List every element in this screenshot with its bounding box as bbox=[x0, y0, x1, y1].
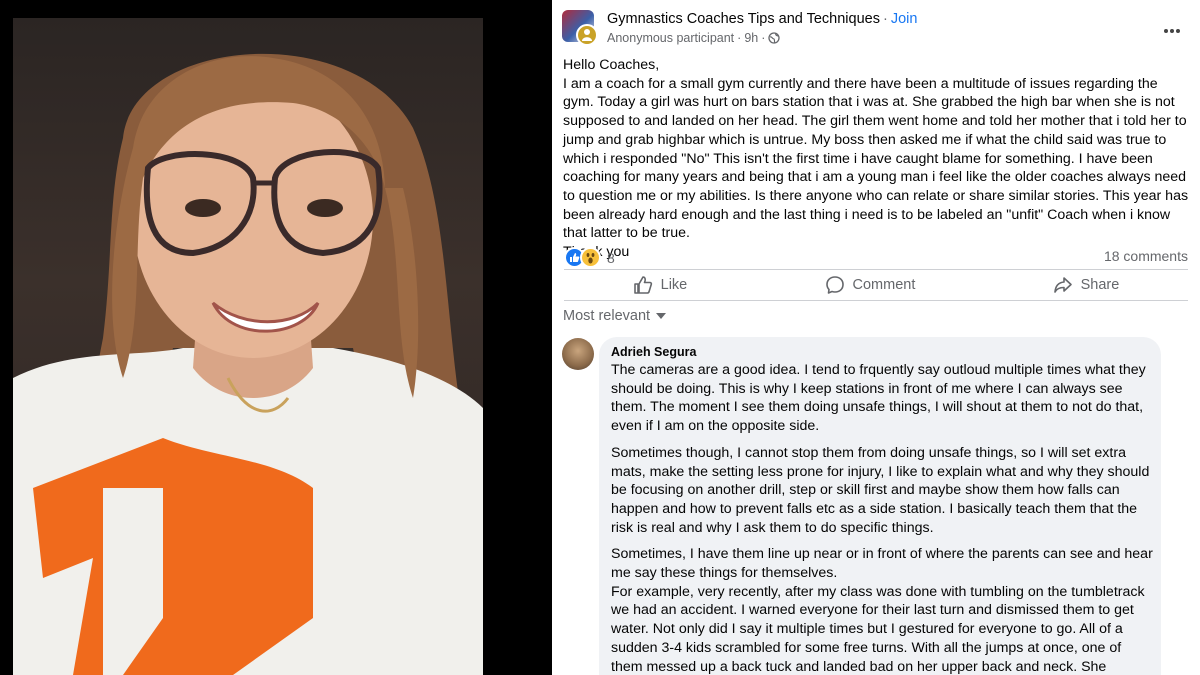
divider bbox=[564, 300, 1188, 301]
like-button[interactable]: Like bbox=[633, 275, 688, 295]
selfie-photo bbox=[13, 18, 483, 675]
reaction-count: 8 bbox=[607, 249, 615, 266]
comment-label: Comment bbox=[852, 277, 916, 293]
comment-paragraph: For example, very recently, after my cla… bbox=[611, 583, 1145, 675]
selfie-illustration bbox=[13, 53, 483, 675]
thumbs-up-icon bbox=[633, 276, 652, 294]
author-name[interactable]: Anonymous participant bbox=[607, 31, 734, 45]
group-avatar[interactable] bbox=[562, 10, 600, 48]
comment-paragraph: The cameras are a good idea. I tend to f… bbox=[611, 362, 1146, 435]
like-label: Like bbox=[660, 277, 688, 293]
post-meta: Anonymous participant · 9h · bbox=[607, 31, 781, 45]
group-name-link[interactable]: Gymnastics Coaches Tips and Techniques bbox=[607, 11, 880, 27]
commenter-name[interactable]: Adrieh Segura bbox=[611, 345, 696, 359]
post-greeting: Hello Coaches, bbox=[563, 57, 660, 73]
comment-bubble-icon bbox=[825, 276, 844, 294]
comment-text: The cameras are a good idea. I tend to f… bbox=[611, 361, 1156, 675]
anonymous-avatar-icon bbox=[576, 24, 598, 46]
comment-button[interactable]: Comment bbox=[825, 275, 916, 295]
share-label: Share bbox=[1080, 277, 1120, 293]
comment-sort-dropdown[interactable]: Most relevant bbox=[563, 308, 667, 324]
divider bbox=[564, 269, 1188, 270]
share-button[interactable]: Share bbox=[1053, 275, 1120, 295]
share-arrow-icon bbox=[1053, 277, 1072, 293]
caret-down-icon bbox=[656, 313, 667, 319]
photo-panel bbox=[0, 0, 552, 675]
separator: · bbox=[882, 11, 888, 27]
reactions-summary[interactable]: 8 bbox=[564, 247, 615, 268]
group-title-line: Gymnastics Coaches Tips and Techniques · J… bbox=[607, 11, 917, 27]
post-actions-bar: Like Comment Share bbox=[564, 274, 1188, 296]
comment-bubble: Adrieh Segura The cameras are a good ide… bbox=[599, 337, 1161, 675]
post-paragraph: I am a coach for a small gym currently a… bbox=[563, 75, 1189, 242]
post-signoff: Thank you bbox=[563, 244, 630, 261]
separator: · bbox=[761, 31, 766, 45]
wow-reaction-icon bbox=[580, 247, 601, 268]
commenter-avatar[interactable] bbox=[562, 338, 594, 370]
more-options-icon[interactable] bbox=[1164, 20, 1184, 33]
join-button[interactable]: Join bbox=[891, 11, 918, 27]
comment-paragraph: Sometimes, I have them line up near or i… bbox=[611, 546, 1153, 582]
sort-label: Most relevant bbox=[563, 308, 651, 324]
comments-count-link[interactable]: 18 comments bbox=[1104, 248, 1188, 264]
facebook-post: Gymnastics Coaches Tips and Techniques · J… bbox=[552, 0, 1200, 675]
separator: · bbox=[737, 31, 742, 45]
post-time[interactable]: 9h bbox=[744, 31, 758, 45]
post-body: Hello Coaches, I am a coach for a small … bbox=[563, 56, 1191, 262]
post-header: Gymnastics Coaches Tips and Techniques · J… bbox=[562, 10, 1192, 50]
globe-icon bbox=[768, 32, 781, 44]
comment-paragraph: Sometimes though, I cannot stop them fro… bbox=[611, 444, 1150, 536]
